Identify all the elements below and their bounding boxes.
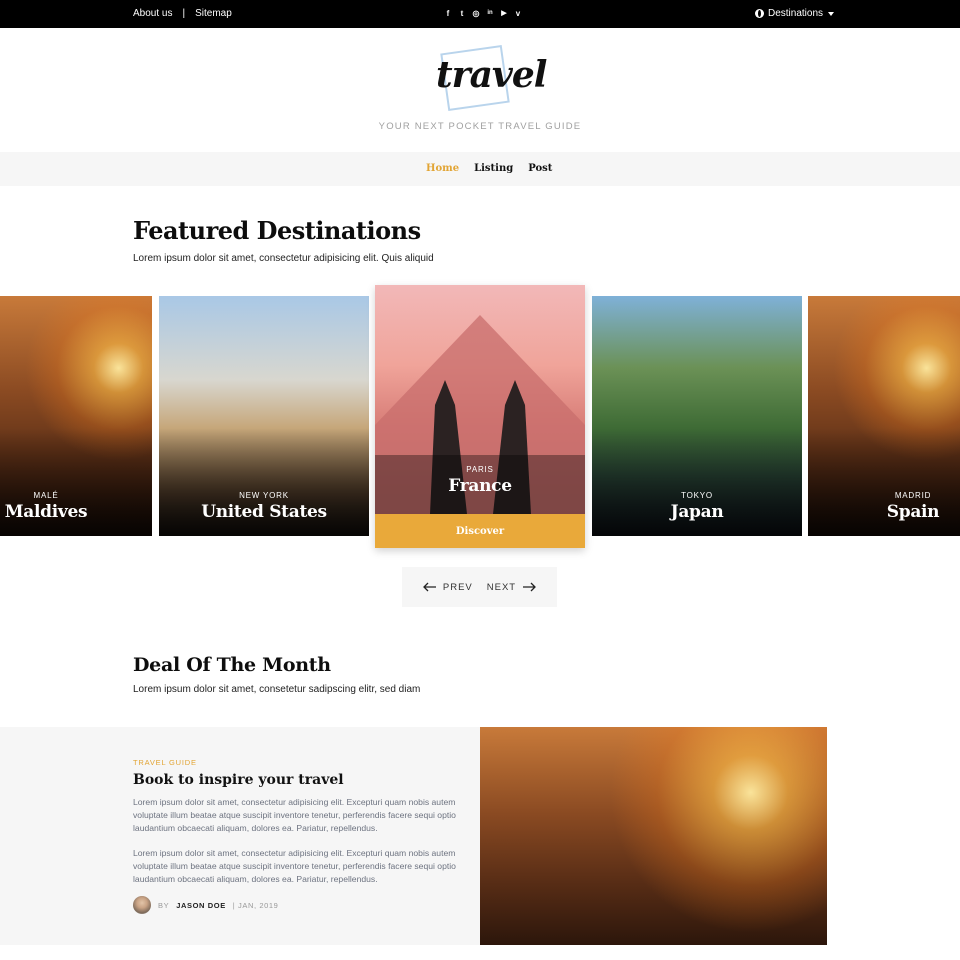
carousel-pager: PREV NEXT — [402, 567, 557, 607]
card-city: NEW YORK — [239, 491, 289, 500]
card-country: Japan — [670, 502, 724, 522]
next-label: NEXT — [486, 581, 517, 593]
card-city: MALÉ — [33, 491, 59, 500]
caret-down-icon — [828, 11, 835, 16]
deal-title: Deal Of The Month — [133, 654, 331, 676]
card-country: France — [448, 476, 512, 496]
top-links: About us | Sitemap — [133, 8, 232, 19]
destination-card-france[interactable]: PARIS France Discover — [375, 285, 585, 548]
globe-icon — [755, 9, 764, 18]
card-city: TOKYO — [681, 491, 713, 500]
next-button[interactable]: NEXT — [486, 581, 537, 593]
deal-subtitle: Lorem ipsum dolor sit amet, consetetur s… — [133, 684, 421, 695]
arrow-left-icon — [422, 582, 436, 592]
discover-button[interactable]: Discover — [375, 514, 585, 548]
deal-headline[interactable]: Book to inspire your travel — [133, 772, 344, 788]
prev-label: PREV — [442, 581, 473, 593]
site-tagline: YOUR NEXT POCKET TRAVEL GUIDE — [378, 121, 582, 132]
facebook-icon[interactable]: f — [444, 8, 452, 18]
card-country: United States — [201, 502, 327, 522]
site-logo[interactable]: travel — [430, 44, 547, 114]
post-date: | JAN, 2019 — [232, 900, 279, 910]
destination-card-maldives[interactable]: MALÉ Maldives — [0, 296, 152, 536]
card-country: Spain — [886, 502, 940, 522]
deal-paragraph-2: Lorem ipsum dolor sit amet, consectetur … — [133, 848, 456, 884]
vimeo-icon[interactable]: v — [514, 8, 522, 18]
author-by: BY — [158, 900, 170, 910]
deal-author-meta: BY JASON DOE | JAN, 2019 — [133, 896, 278, 914]
instagram-icon[interactable]: ◎ — [472, 8, 480, 18]
prev-button[interactable]: PREV — [422, 581, 473, 593]
social-icons: f t ◎ in ▶ v — [444, 8, 522, 18]
author-name[interactable]: JASON DOE — [176, 901, 226, 910]
destinations-label: Destinations — [768, 8, 824, 19]
twitter-icon[interactable]: t — [458, 8, 466, 18]
nav-item-post[interactable]: Post — [528, 163, 552, 174]
author-avatar — [133, 896, 151, 914]
linkedin-icon[interactable]: in — [486, 8, 494, 18]
deal-paragraph-1: Lorem ipsum dolor sit amet, consectetur … — [133, 797, 456, 833]
destinations-dropdown[interactable]: Destinations — [755, 8, 835, 19]
nav-item-listing[interactable]: Listing — [474, 163, 513, 174]
destination-card-japan[interactable]: TOKYO Japan — [592, 296, 802, 536]
logo-wordmark: travel — [436, 54, 547, 96]
about-link[interactable]: About us — [133, 8, 172, 19]
destination-card-spain[interactable]: MADRID Spain — [808, 296, 960, 536]
deal-image — [480, 727, 827, 945]
sitemap-link[interactable]: Sitemap — [195, 8, 232, 19]
arrow-right-icon — [523, 582, 537, 592]
top-link-separator: | — [182, 8, 186, 19]
featured-subtitle: Lorem ipsum dolor sit amet, consectetur … — [133, 253, 434, 264]
nav-item-home[interactable]: Home — [426, 163, 459, 174]
destination-card-united-states[interactable]: NEW YORK United States — [159, 296, 369, 536]
card-city: MADRID — [894, 491, 932, 500]
card-country: Maldives — [4, 502, 88, 522]
deal-category-tag[interactable]: TRAVEL GUIDE — [133, 758, 197, 767]
main-nav: Home Listing Post — [0, 152, 960, 186]
card-city: PARIS — [466, 465, 494, 474]
featured-title: Featured Destinations — [133, 216, 421, 245]
top-bar: About us | Sitemap f t ◎ in ▶ v Destinat… — [0, 0, 960, 28]
youtube-icon[interactable]: ▶ — [500, 8, 508, 18]
